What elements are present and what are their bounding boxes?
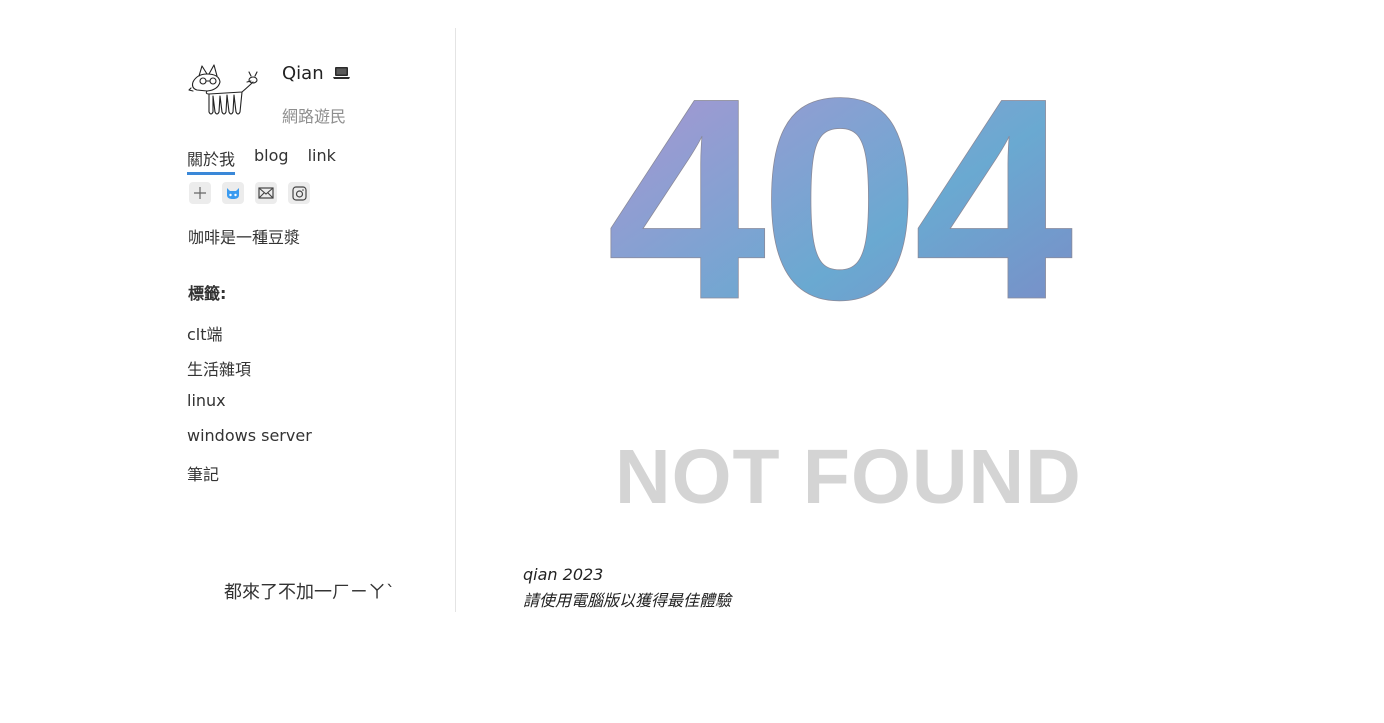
site-subtitle: 網路遊民	[282, 107, 347, 126]
error-code-text: 404	[607, 62, 1076, 322]
social-links	[189, 182, 310, 204]
tag-item[interactable]: linux	[187, 391, 312, 426]
site-name[interactable]: Qian	[282, 63, 351, 84]
page: Qian 網路遊民 關於我 blog link 咖啡是一種豆漿 標籤: clt端…	[0, 0, 1384, 723]
tag-item[interactable]: 生活雜項	[187, 356, 312, 391]
avatar[interactable]	[187, 62, 263, 118]
tag-list: clt端 生活雜項 linux windows server 筆記	[187, 321, 312, 496]
sidebar-footer-text: 都來了不加一ㄏㄧㄚˋ	[224, 582, 395, 603]
sidebar: Qian 網路遊民 關於我 blog link 咖啡是一種豆漿 標籤: clt端…	[187, 28, 456, 612]
plus-icon[interactable]	[189, 182, 211, 204]
mail-icon[interactable]	[255, 182, 277, 204]
page-footer: qian 2023 請使用電腦版以獲得最佳體驗	[523, 562, 731, 614]
nav-link-link[interactable]: link	[308, 146, 336, 175]
nav-link-blog[interactable]: blog	[254, 146, 289, 175]
laptop-icon	[333, 67, 351, 79]
main-nav: 關於我 blog link	[187, 146, 336, 175]
tag-item[interactable]: 筆記	[187, 461, 312, 496]
main-content: 404 NOT FOUND qian 2023 請使用電腦版以獲得最佳體驗	[457, 0, 1384, 723]
tag-item[interactable]: windows server	[187, 426, 312, 461]
nav-link-about[interactable]: 關於我	[187, 146, 236, 175]
profile: Qian 網路遊民	[187, 62, 447, 126]
error-code: 404	[606, 62, 1077, 322]
desktop-notice: 請使用電腦版以獲得最佳體驗	[523, 591, 732, 610]
site-name-text: Qian	[282, 63, 324, 84]
error-text: NOT FOUND	[615, 434, 1082, 520]
tag-item[interactable]: clt端	[187, 321, 312, 356]
instagram-icon[interactable]	[288, 182, 310, 204]
tagline: 咖啡是一種豆漿	[188, 228, 301, 247]
github-icon[interactable]	[222, 182, 244, 204]
tags-title: 標籤:	[188, 284, 227, 303]
copyright-text: qian 2023	[523, 565, 604, 584]
